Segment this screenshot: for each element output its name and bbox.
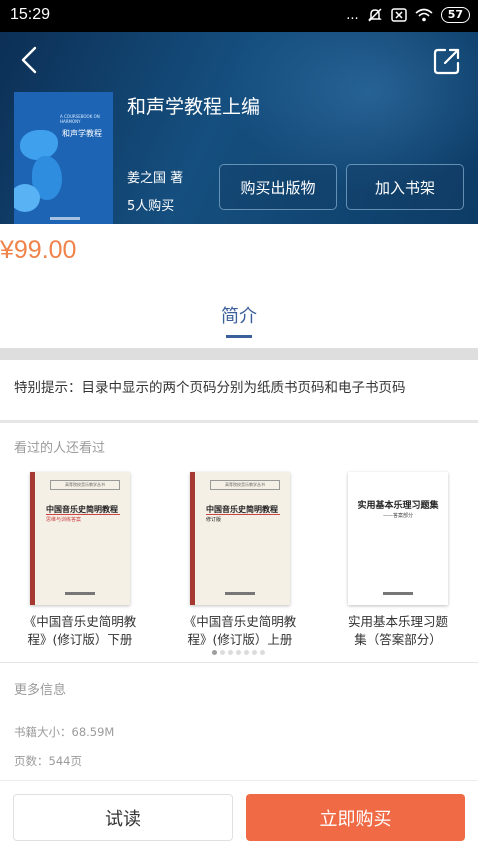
carousel-dot bbox=[212, 650, 217, 655]
cover-title: 和声学教程 bbox=[62, 129, 102, 138]
recommended-book-title[interactable]: 实用基本乐理习题 集（答案部分） bbox=[323, 613, 473, 649]
book-header: A COURSEBOOK ON HARMONY 和声学教程 和声学教程上编 姜之… bbox=[0, 32, 478, 224]
buy-now-button[interactable]: 立即购买 bbox=[246, 794, 465, 841]
more-dots-icon: ... bbox=[346, 7, 359, 23]
cover-publisher-mark bbox=[65, 592, 95, 595]
mute-bell-icon bbox=[367, 8, 382, 22]
more-info-label: 更多信息 bbox=[14, 683, 67, 698]
bottom-action-bar: 试读 立即购买 bbox=[0, 780, 478, 850]
carousel-dot bbox=[244, 650, 249, 655]
cover-title: 实用基本乐理习题集 bbox=[357, 501, 439, 511]
recommended-book-title[interactable]: 《中国音乐史简明教 程》(修订版）上册 bbox=[165, 613, 315, 649]
book-size: 书籍大小：68.59M bbox=[14, 725, 115, 739]
back-arrow-icon[interactable] bbox=[14, 44, 46, 76]
tab-active-indicator bbox=[226, 335, 252, 338]
caption-line: 程》(修订版）下册 bbox=[27, 632, 133, 647]
recommendations-label: 看过的人还看过 bbox=[14, 441, 106, 456]
book-cover[interactable]: A COURSEBOOK ON HARMONY 和声学教程 bbox=[14, 92, 113, 224]
carousel-dot bbox=[228, 650, 233, 655]
recommended-book-cover[interactable]: 高等院校音乐教学丛书 中国音乐史简明教程 思维与训练答案 bbox=[30, 472, 130, 605]
recommended-book[interactable]: 高等院校音乐教学丛书 中国音乐史简明教程 思维与训练答案 《中国音乐史简明教 程… bbox=[5, 472, 155, 649]
cover-spine bbox=[30, 472, 35, 605]
caption-line: 集（答案部分） bbox=[354, 632, 442, 647]
recommended-book-cover[interactable]: 实用基本乐理习题集 ——答案部分 bbox=[348, 472, 448, 605]
section-divider bbox=[0, 348, 478, 360]
status-time: 15:29 bbox=[10, 6, 51, 23]
cover-rule bbox=[46, 514, 120, 515]
book-title: 和声学教程上编 bbox=[127, 96, 261, 118]
carousel-dot bbox=[260, 650, 265, 655]
page-number-notice: 特别提示：目录中显示的两个页码分别为纸质书页码和电子书页码 bbox=[14, 380, 406, 396]
cover-rule bbox=[206, 514, 280, 515]
recommended-book-title[interactable]: 《中国音乐史简明教 程》(修订版）下册 bbox=[5, 613, 155, 649]
caption-line: 《中国音乐史简明教 bbox=[183, 614, 297, 629]
book-author: 姜之国 著 bbox=[127, 171, 184, 186]
carousel-dot bbox=[236, 650, 241, 655]
add-to-shelf-button[interactable]: 加入书架 bbox=[346, 164, 464, 210]
cover-decoration bbox=[14, 184, 40, 212]
share-icon[interactable] bbox=[432, 46, 462, 76]
cover-series: 高等院校音乐教学丛书 bbox=[210, 480, 280, 490]
no-sim-icon bbox=[390, 8, 407, 22]
cover-subtitle: ——答案部分 bbox=[382, 513, 413, 519]
tab-intro[interactable]: 简介 bbox=[0, 302, 478, 328]
section-divider bbox=[0, 662, 478, 663]
book-pages: 页数：544页 bbox=[14, 754, 82, 768]
cover-english-title: A COURSEBOOK ON HARMONY bbox=[60, 114, 100, 124]
caption-line: 《中国音乐史简明教 bbox=[23, 614, 137, 629]
recommended-book-cover[interactable]: 高等院校音乐教学丛书 中国音乐史简明教程 修订版 bbox=[190, 472, 290, 605]
cover-publisher-mark bbox=[383, 592, 413, 595]
caption-line: 程》(修订版）上册 bbox=[187, 632, 293, 647]
cover-publisher-mark bbox=[50, 217, 80, 220]
cover-decoration bbox=[20, 130, 58, 160]
section-divider bbox=[0, 420, 478, 423]
status-bar: 15:29 ... 57 bbox=[0, 0, 478, 32]
wifi-icon bbox=[415, 8, 433, 22]
status-icons: ... 57 bbox=[346, 7, 470, 23]
buy-print-button[interactable]: 购买出版物 bbox=[219, 164, 337, 210]
cover-subtitle: 思维与训练答案 bbox=[46, 517, 82, 523]
cover-subtitle: 修订版 bbox=[206, 517, 222, 523]
carousel-dot bbox=[220, 650, 225, 655]
cover-series: 高等院校音乐教学丛书 bbox=[50, 480, 120, 490]
recommended-book[interactable]: 高等院校音乐教学丛书 中国音乐史简明教程 修订版 《中国音乐史简明教 程》(修订… bbox=[165, 472, 315, 649]
carousel-indicator bbox=[212, 650, 265, 655]
book-price: ¥99.00 bbox=[0, 236, 77, 264]
caption-line: 实用基本乐理习题 bbox=[347, 614, 448, 629]
cover-spine bbox=[190, 472, 195, 605]
try-read-button[interactable]: 试读 bbox=[13, 794, 233, 841]
recommended-book[interactable]: 实用基本乐理习题集 ——答案部分 实用基本乐理习题 集（答案部分） bbox=[323, 472, 473, 649]
carousel-dot bbox=[252, 650, 257, 655]
cover-publisher-mark bbox=[225, 592, 255, 595]
buyer-count: 5人购买 bbox=[127, 199, 175, 214]
battery-indicator: 57 bbox=[440, 7, 470, 23]
